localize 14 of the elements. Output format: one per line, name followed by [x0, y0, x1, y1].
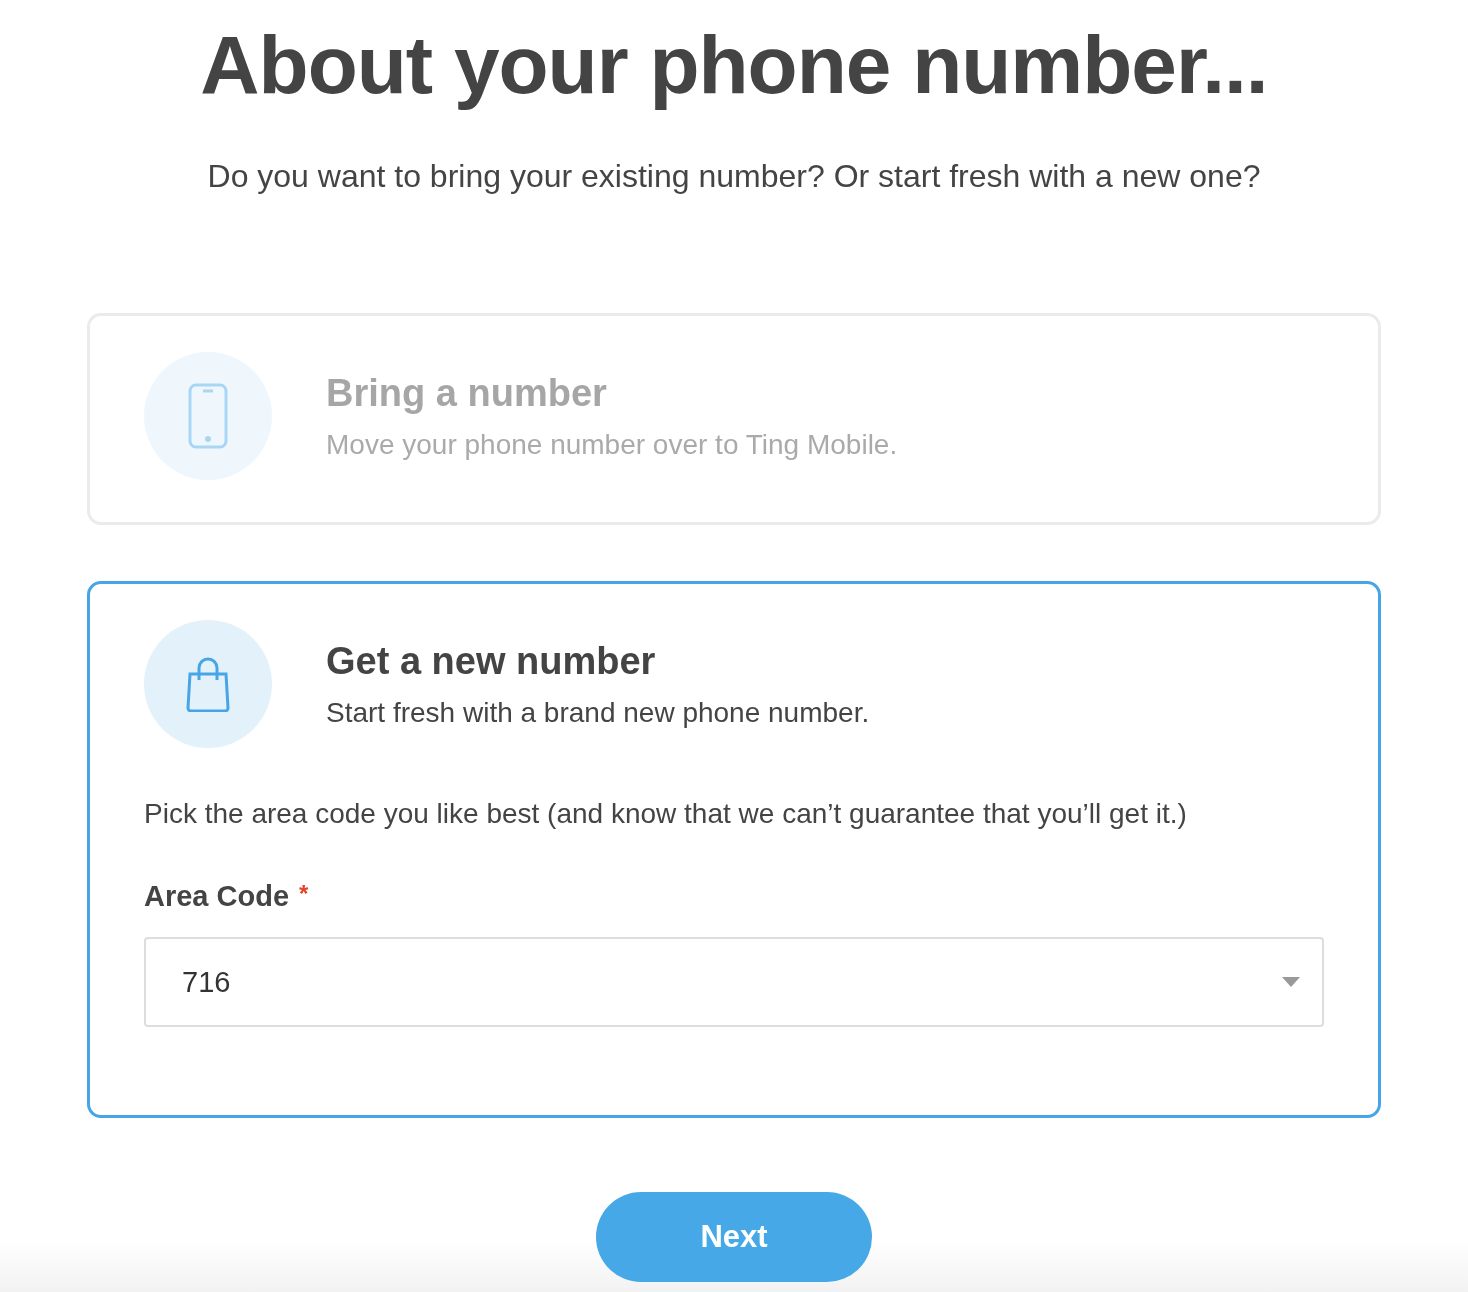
- option-description: Start fresh with a brand new phone number.: [326, 696, 870, 729]
- area-code-note: Pick the area code you like best (and know that we can’t guarantee that you’ll get it.): [144, 798, 1188, 830]
- area-code-select[interactable]: 716: [144, 937, 1324, 1027]
- phone-icon: [188, 383, 228, 449]
- required-mark: *: [299, 880, 309, 907]
- dropdown-caret-icon: [1282, 977, 1300, 987]
- page-heading: About your phone number...: [200, 18, 1268, 112]
- option-description: Move your phone number over to Ting Mobile.: [326, 428, 898, 461]
- field-label: Area Code: [144, 880, 290, 913]
- option-title: Get a new number: [326, 639, 657, 683]
- shopping-bag-icon: [186, 656, 230, 712]
- page-subtitle: Do you want to bring your existing number? Or start fresh with a new one?: [207, 158, 1261, 195]
- option-title: Bring a number: [326, 371, 608, 415]
- option-card[interactable]: Get a new number Start fresh with a brand new phone number. Pick the area code you like best (and know that we can’t guarantee that you’ll get it.) Area Code * 716: [87, 581, 1381, 1118]
